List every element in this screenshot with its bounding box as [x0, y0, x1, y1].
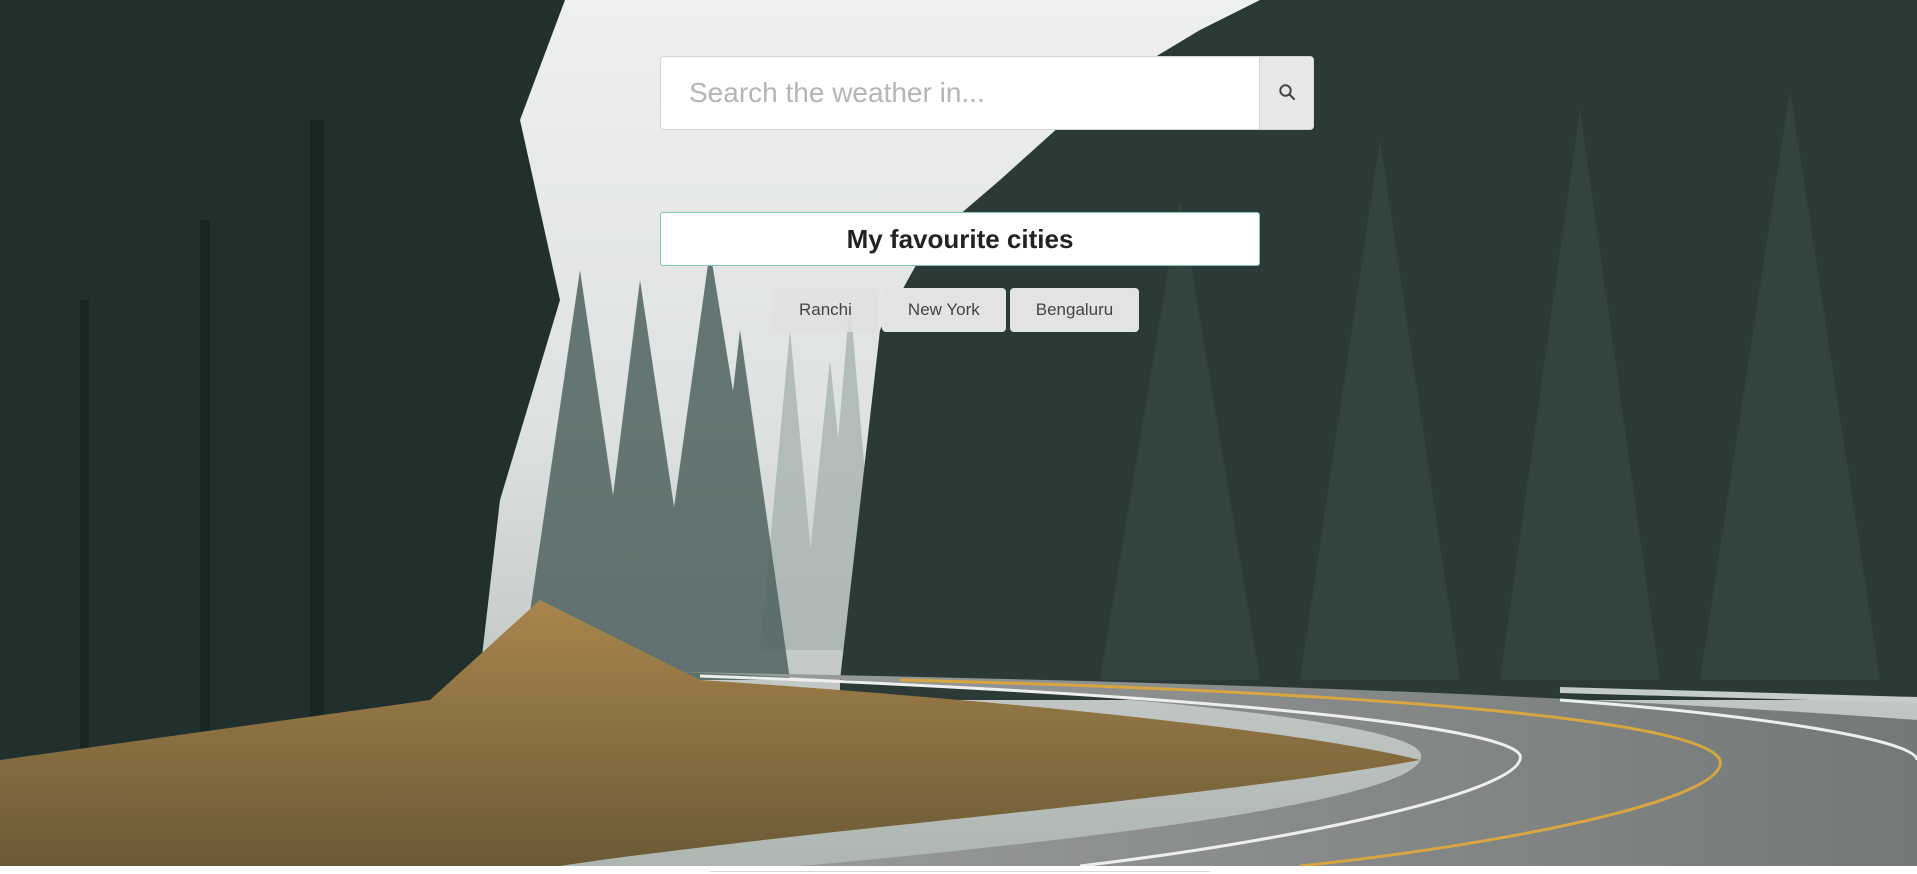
city-button-ranchi[interactable]: Ranchi: [773, 288, 878, 332]
search-input[interactable]: [661, 57, 1259, 129]
page-divider: [710, 871, 1210, 872]
search-bar: [660, 56, 1314, 130]
search-button[interactable]: [1259, 57, 1313, 129]
favourite-city-list: Ranchi New York Bengaluru: [773, 288, 1140, 332]
favourites-title: My favourite cities: [660, 212, 1260, 266]
city-button-bengaluru[interactable]: Bengaluru: [1009, 288, 1140, 332]
search-icon: [1278, 83, 1296, 104]
city-button-new-york[interactable]: New York: [881, 288, 1006, 332]
